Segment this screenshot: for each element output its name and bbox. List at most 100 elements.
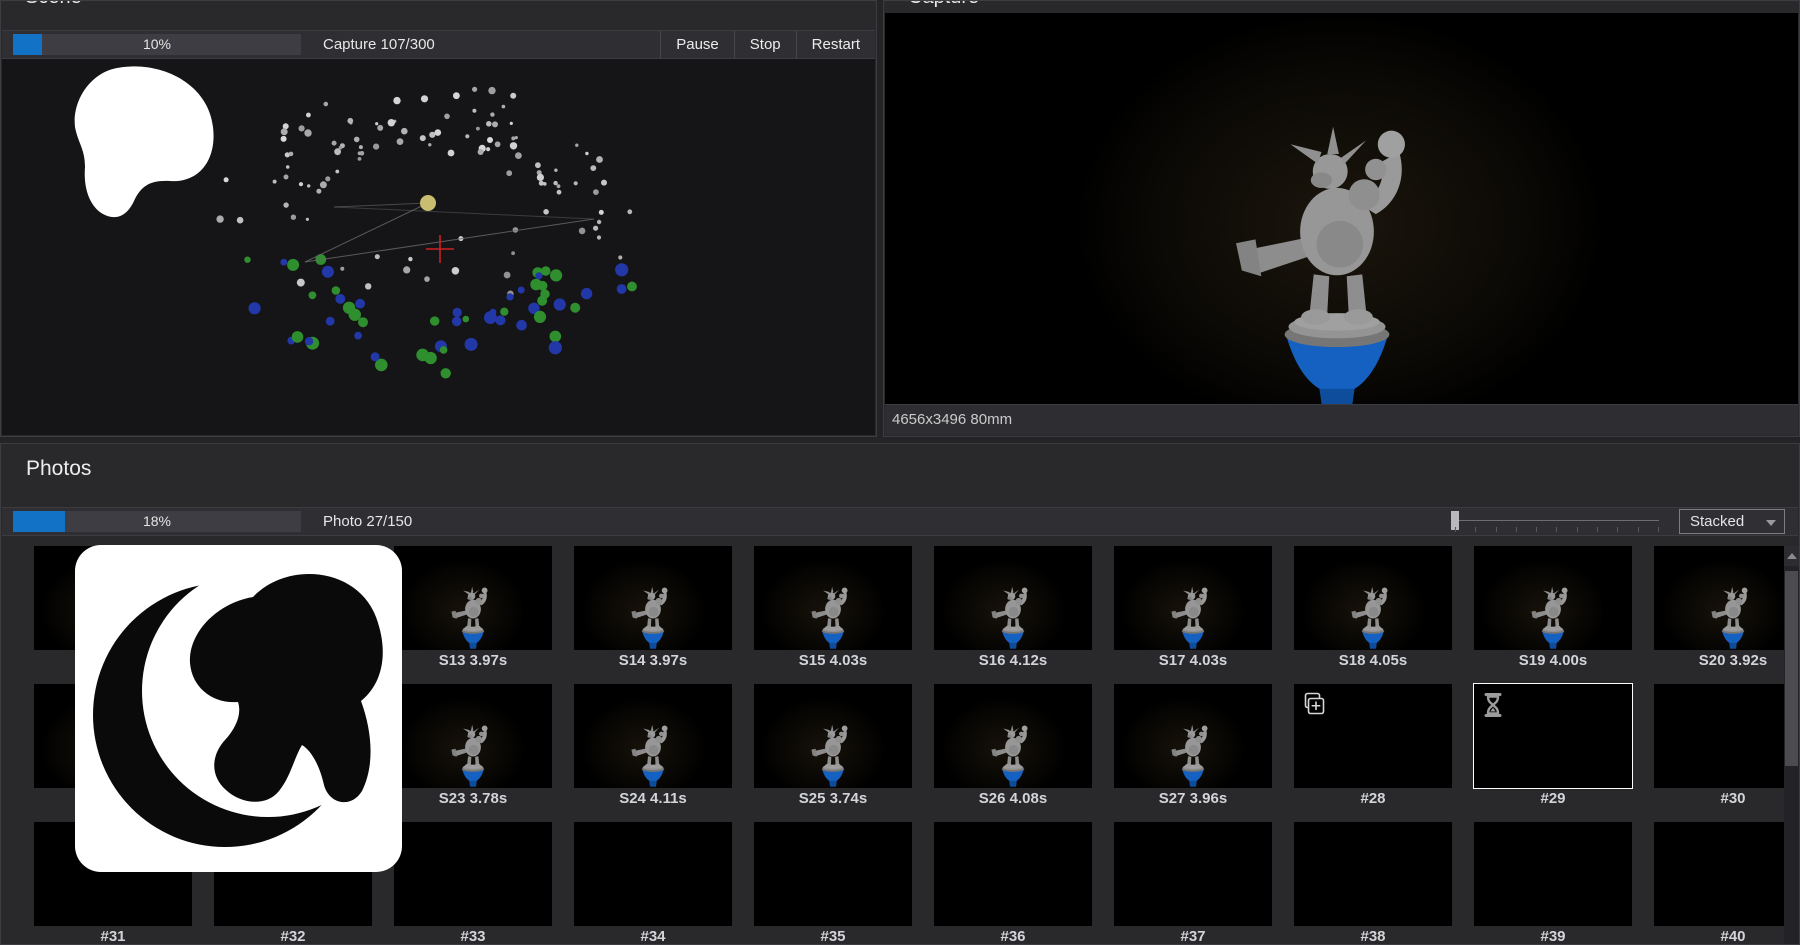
capture-panel-titlebar: Capture	[884, 1, 1799, 9]
photo-label: S16 4.12s	[934, 650, 1092, 672]
photo-label: S27 3.96s	[1114, 788, 1272, 810]
capture-panel: Capture 4656x3496 80mm	[883, 0, 1800, 437]
photo-label: #39	[1474, 926, 1632, 944]
photo-cell: #36	[934, 822, 1092, 944]
capture-status-text: Capture 107/300	[323, 36, 435, 53]
photo-cell: S15 4.03s	[754, 546, 912, 672]
figurine-thumbnail	[1530, 578, 1576, 649]
stack-plus-icon	[1302, 692, 1326, 716]
photo-label: S15 4.03s	[754, 650, 912, 672]
photo-label: S19 4.00s	[1474, 650, 1632, 672]
empty-thumbnail[interactable]	[1294, 684, 1452, 788]
photo-thumbnail[interactable]	[394, 684, 552, 788]
slider-track	[1455, 520, 1659, 521]
photo-cell: S26 4.08s	[934, 684, 1092, 810]
figurine-thumbnail	[1170, 716, 1216, 787]
point-cloud	[2, 59, 875, 435]
capture-image-info: 4656x3496 80mm	[885, 404, 1798, 435]
capture-progress-bar: 10%	[13, 34, 301, 55]
photos-panel-title: Photos	[1, 444, 1799, 481]
pause-button[interactable]: Pause	[660, 31, 734, 58]
photo-cell: #40	[1654, 822, 1799, 944]
photo-label: #40	[1654, 926, 1799, 944]
photos-status-text: Photo 27/150	[323, 513, 412, 530]
photo-cell: S19 4.00s	[1474, 546, 1632, 672]
arrow-up-icon	[1787, 553, 1797, 559]
photo-thumbnail[interactable]	[394, 546, 552, 650]
photo-label: S14 3.97s	[574, 650, 732, 672]
photo-label: S17 4.03s	[1114, 650, 1272, 672]
photo-thumbnail[interactable]	[754, 546, 912, 650]
photo-thumbnail[interactable]	[574, 684, 732, 788]
white-blob-watermark	[75, 66, 214, 217]
photos-progress-percent: 18%	[13, 511, 301, 532]
logo-icon	[75, 545, 402, 872]
figurine-thumbnail	[450, 716, 496, 787]
empty-thumbnail[interactable]	[754, 822, 912, 926]
photo-thumbnail[interactable]	[934, 546, 1092, 650]
photo-thumbnail[interactable]	[574, 546, 732, 650]
photo-label: #35	[754, 926, 912, 944]
photo-label: S20 3.92s	[1654, 650, 1799, 672]
figurine-thumbnail	[1350, 578, 1396, 649]
photo-label: #31	[34, 926, 192, 944]
photo-thumbnail[interactable]	[1114, 684, 1272, 788]
photo-label: #38	[1294, 926, 1452, 944]
empty-thumbnail[interactable]	[1654, 684, 1799, 788]
photo-cell: S27 3.96s	[1114, 684, 1272, 810]
photo-cell: #30	[1654, 684, 1799, 810]
figurine-thumbnail	[810, 578, 856, 649]
view-mode-dropdown[interactable]: Stacked	[1679, 509, 1785, 534]
photo-label: S26 4.08s	[934, 788, 1092, 810]
origin-crosshair	[426, 235, 454, 263]
scrollbar-thumb[interactable]	[1785, 571, 1798, 766]
figurine-thumbnail	[450, 578, 496, 649]
photo-label: S24 4.11s	[574, 788, 732, 810]
empty-thumbnail[interactable]	[1474, 822, 1632, 926]
photo-label: #36	[934, 926, 1092, 944]
photo-cell: #34	[574, 822, 732, 944]
photo-label: #34	[574, 926, 732, 944]
photo-cell: #35	[754, 822, 912, 944]
figurine-thumbnail	[990, 716, 1036, 787]
scene-panel: Scene 10% Capture 107/300 Pause Stop Res…	[0, 0, 877, 437]
photo-cell: #29	[1474, 684, 1632, 810]
empty-thumbnail[interactable]	[1654, 822, 1799, 926]
figurine-thumbnail	[810, 716, 856, 787]
slider-ticks	[1455, 527, 1659, 533]
thumbnail-size-slider[interactable]	[1447, 507, 1669, 537]
photo-thumbnail[interactable]	[1654, 546, 1799, 650]
empty-thumbnail[interactable]	[394, 822, 552, 926]
photo-thumbnail[interactable]	[1474, 546, 1632, 650]
capture-preview-image[interactable]	[885, 13, 1798, 404]
photo-cell: S23 3.78s	[394, 684, 552, 810]
figurine-thumbnail	[990, 578, 1036, 649]
scene-3d-viewport[interactable]	[2, 59, 875, 435]
stop-button[interactable]: Stop	[734, 31, 796, 58]
figurine-thumbnail	[630, 716, 676, 787]
photo-cell: S17 4.03s	[1114, 546, 1272, 672]
watermark-logo-badge	[75, 545, 402, 872]
photo-cell: #39	[1474, 822, 1632, 944]
photo-cell: #28	[1294, 684, 1452, 810]
empty-thumbnail[interactable]	[1474, 684, 1632, 788]
empty-thumbnail[interactable]	[574, 822, 732, 926]
photo-label: S13 3.97s	[394, 650, 552, 672]
hourglass-icon	[1482, 692, 1504, 718]
photo-label: S23 3.78s	[394, 788, 552, 810]
scroll-up-button[interactable]	[1784, 546, 1799, 566]
scene-toolbar: 10% Capture 107/300 Pause Stop Restart	[2, 30, 875, 59]
photo-thumbnail[interactable]	[934, 684, 1092, 788]
photo-label: #29	[1474, 788, 1632, 810]
photo-thumbnail[interactable]	[1114, 546, 1272, 650]
empty-thumbnail[interactable]	[1294, 822, 1452, 926]
empty-thumbnail[interactable]	[934, 822, 1092, 926]
photos-scrollbar[interactable]	[1784, 546, 1799, 944]
restart-button[interactable]: Restart	[796, 31, 875, 58]
empty-thumbnail[interactable]	[1114, 822, 1272, 926]
photo-thumbnail[interactable]	[1294, 546, 1452, 650]
chevron-down-icon	[1766, 520, 1776, 526]
scene-panel-title: Scene	[25, 1, 876, 9]
photo-thumbnail[interactable]	[754, 684, 912, 788]
photo-label: S18 4.05s	[1294, 650, 1452, 672]
